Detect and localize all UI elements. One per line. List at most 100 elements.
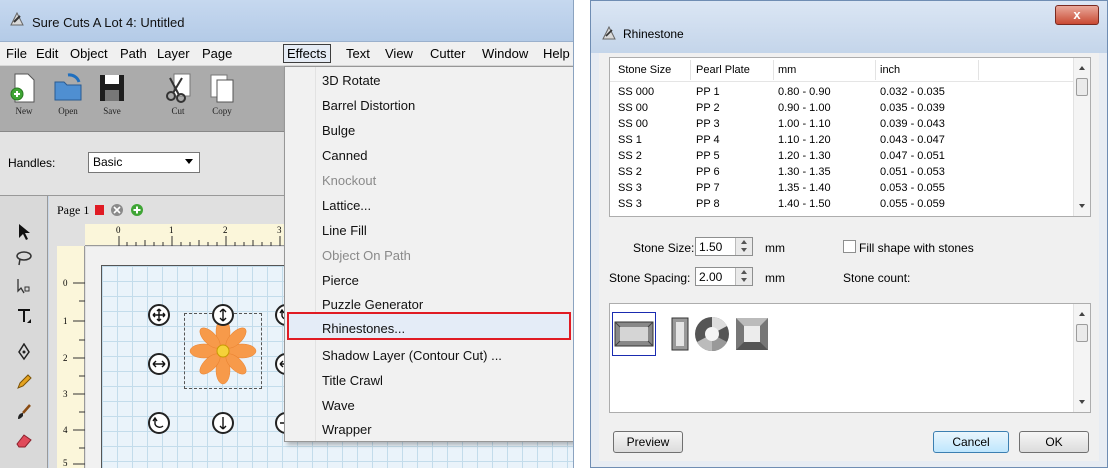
page-tab[interactable]: Page 1 <box>57 200 144 220</box>
menu-path[interactable]: Path <box>120 46 147 61</box>
table-row[interactable]: SS 000 PP 1 0.80 - 0.90 0.032 - 0.035 <box>610 84 1076 100</box>
pencil-tool-button[interactable] <box>14 372 34 392</box>
menu-edit[interactable]: Edit <box>36 46 58 61</box>
spin-down-icon[interactable] <box>741 248 747 252</box>
stone-spacing-stepper[interactable]: 2.00 <box>695 267 753 286</box>
menu-item-3d-rotate[interactable]: 3D Rotate <box>322 73 381 88</box>
page-tab-label: Page 1 <box>57 202 90 217</box>
rotate-bottom-handle[interactable] <box>148 412 170 434</box>
column-header-pearl-plate[interactable]: Pearl Plate <box>696 64 750 76</box>
scroll-up-icon[interactable] <box>1079 312 1085 316</box>
square-stone-option[interactable] <box>730 312 774 356</box>
spin-down-icon[interactable] <box>741 278 747 282</box>
menu-layer[interactable]: Layer <box>157 46 190 61</box>
menu-item-canned[interactable]: Canned <box>322 148 368 163</box>
new-button[interactable]: New <box>4 72 44 128</box>
menu-view[interactable]: View <box>385 46 413 61</box>
menu-file[interactable]: File <box>6 46 27 61</box>
fill-shape-label[interactable]: Fill shape with stones <box>859 241 974 255</box>
text-tool-button[interactable] <box>14 306 34 326</box>
table-cell: 0.055 - 0.059 <box>880 198 945 210</box>
scale-vertical-handle[interactable] <box>212 304 234 326</box>
table-row[interactable]: SS 3 PP 8 1.40 - 1.50 0.055 - 0.059 <box>610 196 1076 212</box>
table-row[interactable]: SS 2 PP 6 1.30 - 1.35 0.051 - 0.053 <box>610 164 1076 180</box>
cancel-button[interactable]: Cancel <box>933 431 1009 453</box>
menu-help[interactable]: Help <box>543 46 570 61</box>
lasso-tool-button[interactable] <box>14 248 34 268</box>
pen-tool-button[interactable] <box>14 342 34 362</box>
scroll-down-icon[interactable] <box>1079 204 1085 208</box>
table-row[interactable]: SS 2 PP 5 1.20 - 1.30 0.047 - 0.051 <box>610 148 1076 164</box>
close-page-icon[interactable] <box>110 203 124 217</box>
menu-item-rhinestones[interactable]: Rhinestones... <box>322 321 405 336</box>
ruler-left-label: 0 <box>63 278 68 288</box>
stone-spacing-value[interactable]: 2.00 <box>699 270 722 284</box>
handles-dropdown[interactable]: Basic <box>88 152 200 173</box>
ruler-left-label: 1 <box>63 316 68 326</box>
menu-window[interactable]: Window <box>482 46 528 61</box>
table-row[interactable]: SS 00 PP 2 0.90 - 1.00 0.035 - 0.039 <box>610 100 1076 116</box>
flower-shape-icon[interactable] <box>188 316 258 386</box>
stone-size-stepper[interactable]: 1.50 <box>695 237 753 256</box>
spin-up-icon[interactable] <box>741 270 747 274</box>
column-header-mm[interactable]: mm <box>778 64 796 76</box>
scroll-down-icon[interactable] <box>1079 400 1085 404</box>
table-cell: 0.035 - 0.039 <box>880 102 945 114</box>
node-edit-tool-button[interactable] <box>14 276 34 296</box>
spin-up-icon[interactable] <box>741 240 747 244</box>
cut-button[interactable]: Cut <box>158 72 198 128</box>
open-button[interactable]: Open <box>48 72 88 128</box>
table-row[interactable]: SS 3 PP 7 1.35 - 1.40 0.053 - 0.055 <box>610 180 1076 196</box>
table-row[interactable]: SS 1 PP 4 1.10 - 1.20 0.043 - 0.047 <box>610 132 1076 148</box>
menu-item-bulge[interactable]: Bulge <box>322 123 355 138</box>
app-titlebar: Sure Cuts A Lot 4: Untitled <box>0 0 573 42</box>
scale-down-handle[interactable] <box>212 412 234 434</box>
node-pointer-icon <box>17 279 30 294</box>
rect-stone-option[interactable] <box>612 312 656 356</box>
scale-horizontal-handle[interactable] <box>148 353 170 375</box>
table-row[interactable]: SS 00 PP 3 1.00 - 1.10 0.039 - 0.043 <box>610 116 1076 132</box>
select-tool-button[interactable] <box>14 222 34 242</box>
copy-button[interactable]: Copy <box>202 72 242 128</box>
table-cell: 1.20 - 1.30 <box>778 150 831 162</box>
menu-item-shadow-layer[interactable]: Shadow Layer (Contour Cut) ... <box>322 348 502 363</box>
stone-size-value[interactable]: 1.50 <box>699 240 722 254</box>
ok-button[interactable]: OK <box>1019 431 1089 453</box>
eraser-tool-button[interactable] <box>14 430 34 450</box>
fill-shape-checkbox[interactable] <box>843 240 856 253</box>
column-header-stone-size[interactable]: Stone Size <box>618 64 671 76</box>
scroll-thumb[interactable] <box>1076 78 1088 96</box>
menu-item-lattice[interactable]: Lattice... <box>322 198 371 213</box>
shape-panel-scrollbar[interactable] <box>1073 304 1090 412</box>
add-page-icon[interactable] <box>130 203 144 217</box>
menu-text[interactable]: Text <box>346 46 370 61</box>
column-header-inch[interactable]: inch <box>880 64 900 76</box>
table-scrollbar[interactable] <box>1073 58 1090 216</box>
table-cell: SS 2 <box>618 166 642 178</box>
scroll-thumb[interactable] <box>1076 324 1088 342</box>
menu-item-pierce[interactable]: Pierce <box>322 273 359 288</box>
brush-tool-button[interactable] <box>14 402 34 422</box>
menu-item-title-crawl[interactable]: Title Crawl <box>322 373 383 388</box>
stone-size-table[interactable]: Stone Size Pearl Plate mm inch SS 000 PP … <box>609 57 1091 217</box>
chevron-down-icon <box>185 159 193 164</box>
menu-item-wrapper[interactable]: Wrapper <box>322 422 372 437</box>
move-handle[interactable] <box>148 304 170 326</box>
menu-cutter[interactable]: Cutter <box>430 46 465 61</box>
menu-page[interactable]: Page <box>202 46 232 61</box>
menu-effects[interactable]: Effects <box>283 44 331 63</box>
round-stone-option[interactable] <box>690 312 734 356</box>
save-button[interactable]: Save <box>92 72 132 128</box>
menu-item-barrel-distortion[interactable]: Barrel Distortion <box>322 98 415 113</box>
menu-item-puzzle-generator[interactable]: Puzzle Generator <box>322 297 423 312</box>
scroll-up-icon[interactable] <box>1079 66 1085 70</box>
menu-object[interactable]: Object <box>70 46 108 61</box>
preview-button[interactable]: Preview <box>613 431 683 453</box>
menu-item-line-fill[interactable]: Line Fill <box>322 223 367 238</box>
close-button[interactable]: x <box>1055 5 1099 25</box>
menu-item-wave[interactable]: Wave <box>322 398 355 413</box>
paintbrush-icon <box>18 404 31 419</box>
round-stone-icon <box>695 317 729 351</box>
stone-size-spin-buttons[interactable] <box>735 238 752 255</box>
stone-spacing-spin-buttons[interactable] <box>735 268 752 285</box>
